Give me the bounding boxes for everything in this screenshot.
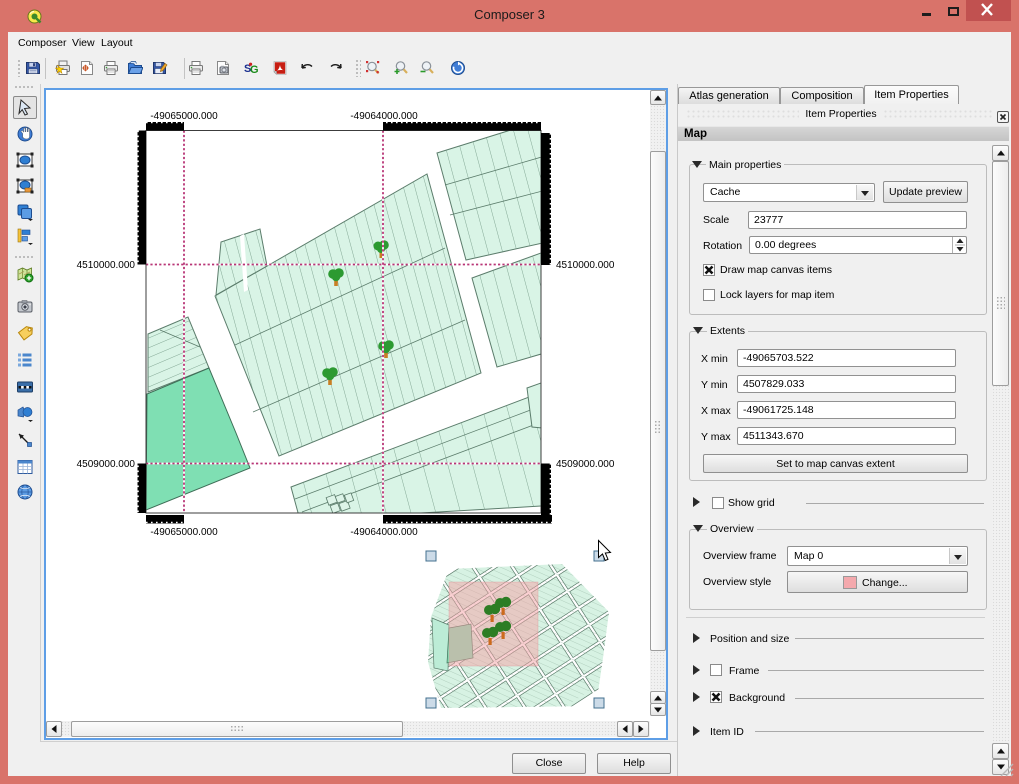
svg-text:4509000.000: 4509000.000 [556,459,615,470]
svg-text:4510000.000: 4510000.000 [556,260,615,271]
svg-text:4510000.000: 4510000.000 [77,260,136,271]
svg-text:G: G [250,64,259,76]
svg-text:-49065000.000: -49065000.000 [150,111,218,122]
svg-text:4509000.000: 4509000.000 [77,459,136,470]
svg-text:-49064000.000: -49064000.000 [350,527,418,538]
svg-text:-49064000.000: -49064000.000 [350,111,418,122]
svg-text:-49065000.000: -49065000.000 [150,527,218,538]
